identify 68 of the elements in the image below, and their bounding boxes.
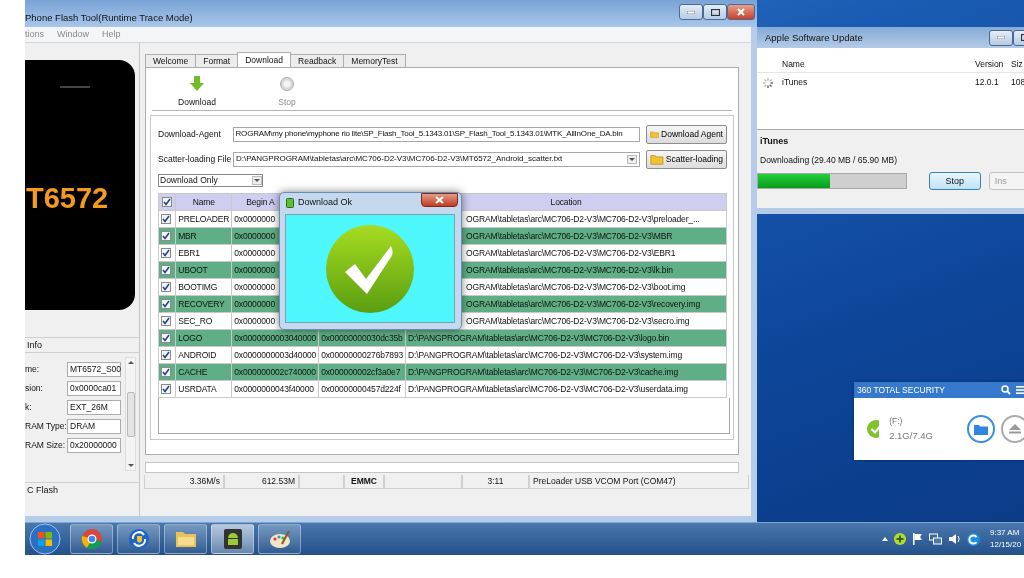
input-field[interactable]: ROGRAM\my phone\myphone rio lite\SP_Flash_Tool_5.1343.01\SP_Flash_Tool_5.1343.01\MTK_AllInOne_DA.bin <box>232 126 640 142</box>
section-header[interactable]: Info <box>25 337 139 353</box>
column-header: Siz <box>1011 58 1024 70</box>
field-label: sion: <box>25 383 44 394</box>
table-cell: 0x000000002cf3a0e7 <box>318 363 406 381</box>
scatter-loading-button[interactable]: Scatter-loading <box>646 149 727 169</box>
clock-time[interactable]: 9:37 AM <box>990 527 1024 539</box>
table-cell: EBR1 <box>175 244 232 262</box>
table-cell: MBR <box>175 227 232 245</box>
input-field[interactable]: MT6572_S00 <box>67 362 121 377</box>
table-cell: CACHE <box>175 363 232 381</box>
table-cell: 108 <box>1011 77 1024 88</box>
status-text: 3.36M/s <box>189 476 220 487</box>
section-header[interactable]: C Flash <box>25 482 139 498</box>
widget-title: 360 TOTAL SECURITY <box>857 384 946 396</box>
table-cell-text: 12.0.1 <box>975 77 1000 88</box>
tab[interactable]: Welcome <box>145 54 197 67</box>
column-header: Name <box>782 58 806 70</box>
clock-date[interactable]: 12/15/20 <box>990 539 1024 551</box>
dropdown[interactable]: D:\PANGPROGRAM\tabletas\arc\MC706-D2-V3\MC706-D2-V3\MT6572_Android_scatter.txt <box>233 151 640 167</box>
table-cell: 0x0000000003d40000 <box>231 346 319 364</box>
table-cell: 0x0000000043f40000 <box>231 380 319 398</box>
table-cell: D:\PANGPROGRAM\tabletas\arc\MC706-D2-V3\MC706-D2-V3\cache.img <box>405 363 727 381</box>
status-text: PreLoader USB VCOM Port (COM47) <box>533 476 676 487</box>
field-label: RAM Size: <box>25 440 67 451</box>
table-cell: 0x000000002c740000 <box>231 363 319 381</box>
item-title: iTunes <box>760 136 790 147</box>
field-label: Download-Agent <box>158 128 222 140</box>
table-cell: PRELOADER <box>175 210 232 228</box>
tab[interactable]: MemoryTest <box>343 54 406 67</box>
table-cell: ANDROID <box>175 346 232 364</box>
drive-label: (F:) <box>889 416 904 427</box>
status-text: Downloading (29.40 MB / 65.90 MB) <box>760 154 899 165</box>
status-text: 612.53M <box>261 476 295 487</box>
dropdown[interactable]: Download Only <box>158 174 263 187</box>
status-text: EMMC <box>351 476 377 487</box>
status-text: 3:11 <box>487 476 504 487</box>
table-cell: D:\PANGPROGRAM\tabletas\arc\MC706-D2-V3\MC706-D2-V3\system.img <box>405 346 727 364</box>
input-field[interactable]: EXT_26M <box>67 400 121 415</box>
input-field[interactable]: 0x20000000 <box>67 438 121 453</box>
download-agent-button[interactable]: Download Agent <box>646 124 727 144</box>
table-cell: SEC_RO <box>175 312 232 330</box>
table-cell: D:\PANGPROGRAM\tabletas\arc\MC706-D2-V3\MC706-D2-V3\userdata.img <box>405 380 727 398</box>
input-field[interactable]: DRAM <box>67 419 121 434</box>
field-label: Scatter-loading File <box>158 153 230 165</box>
table-cell: RECOVERY <box>175 295 232 313</box>
table-cell: LOGO <box>175 329 232 347</box>
tab[interactable]: Download <box>237 52 291 67</box>
tab[interactable]: Format <box>195 54 239 67</box>
column-header: Name <box>175 193 232 211</box>
download-button[interactable]: Download <box>172 68 222 110</box>
stop-button[interactable]: Stop <box>928 172 981 190</box>
window-title: Apple Software Update <box>765 31 863 44</box>
field-label: k: <box>25 402 33 413</box>
device-label: T6572 <box>25 184 109 213</box>
column-header: Version <box>975 58 1005 70</box>
list-item[interactable]: iTunes <box>782 77 975 88</box>
field-label: RAM Type: <box>25 421 67 432</box>
table-cell: USRDATA <box>175 380 232 398</box>
window-title: Phone Flash Tool(Runtime Trace Mode) <box>25 11 193 23</box>
tab[interactable]: Readback <box>290 54 345 67</box>
field-label: me: <box>25 364 41 375</box>
table-cell: 0x00000000457d224f <box>318 380 406 398</box>
table-cell: 0x00000000276b7893 <box>318 346 406 364</box>
input-field[interactable]: 0x0000ca01 <box>67 381 121 396</box>
drive-usage: 2.1G/7.4G <box>889 430 933 442</box>
table-cell: UBOOT <box>175 261 232 279</box>
table-cell: BOOTIMG <box>175 278 232 296</box>
